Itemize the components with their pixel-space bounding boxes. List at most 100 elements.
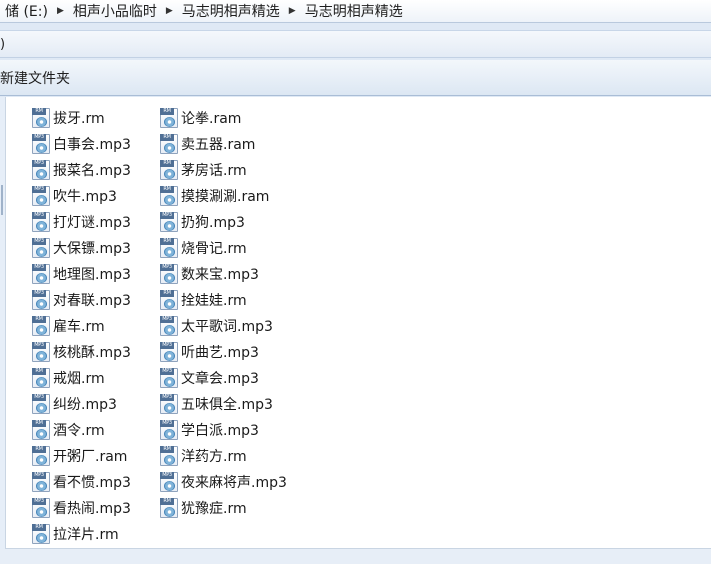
file-name: 吹牛.mp3 bbox=[53, 189, 117, 205]
file-name: 洋药方.rm bbox=[181, 449, 247, 465]
media-disc-icon bbox=[36, 481, 47, 491]
file-item[interactable]: RM 茅房话.rm bbox=[160, 157, 330, 183]
breadcrumb-level1[interactable]: 相声小品临时 bbox=[68, 1, 162, 21]
file-name: 雇车.rm bbox=[53, 319, 105, 335]
media-disc-icon bbox=[164, 247, 175, 257]
file-item[interactable]: RM 雇车.rm bbox=[32, 313, 172, 339]
file-item[interactable]: MP3 文章会.mp3 bbox=[160, 365, 330, 391]
file-item[interactable]: MP3 五味俱全.mp3 bbox=[160, 391, 330, 417]
file-type-badge: RM bbox=[160, 498, 174, 505]
file-item[interactable]: MP3 白事会.mp3 bbox=[32, 131, 172, 157]
file-name: 茅房话.rm bbox=[181, 163, 247, 179]
file-item[interactable]: MP3 地理图.mp3 bbox=[32, 261, 172, 287]
file-name: 核桃酥.mp3 bbox=[53, 345, 131, 361]
splitter-grip[interactable] bbox=[1, 185, 3, 215]
mp3-file-icon: MP3 bbox=[32, 394, 50, 414]
mp3-file-icon: MP3 bbox=[32, 238, 50, 258]
mp3-file-icon: MP3 bbox=[32, 212, 50, 232]
rm-file-icon: RM bbox=[160, 108, 178, 128]
media-disc-icon bbox=[36, 221, 47, 231]
file-item[interactable]: MP3 报菜名.mp3 bbox=[32, 157, 172, 183]
media-disc-icon bbox=[164, 325, 175, 335]
file-item[interactable]: MP3 扔狗.mp3 bbox=[160, 209, 330, 235]
file-name: 看不惯.mp3 bbox=[53, 475, 131, 491]
file-name: 对春联.mp3 bbox=[53, 293, 131, 309]
file-item[interactable]: MP3 听曲艺.mp3 bbox=[160, 339, 330, 365]
rm-file-icon: RM bbox=[160, 134, 178, 154]
breadcrumb-arrow-icon[interactable]: ▶ bbox=[53, 6, 68, 16]
file-item[interactable]: MP3 学白派.mp3 bbox=[160, 417, 330, 443]
file-name: 摸摸涮涮.ram bbox=[181, 189, 270, 205]
media-disc-icon bbox=[164, 221, 175, 231]
file-type-badge: MP3 bbox=[160, 368, 174, 375]
file-type-badge: MP3 bbox=[160, 264, 174, 271]
mp3-file-icon: MP3 bbox=[32, 290, 50, 310]
file-name: 扔狗.mp3 bbox=[181, 215, 245, 231]
file-name: 酒令.rm bbox=[53, 423, 105, 439]
new-folder-button[interactable]: 新建文件夹 bbox=[0, 66, 76, 90]
file-item[interactable]: RM 卖五器.ram bbox=[160, 131, 330, 157]
file-item[interactable]: RM 烧骨记.rm bbox=[160, 235, 330, 261]
file-item[interactable]: MP3 数来宝.mp3 bbox=[160, 261, 330, 287]
file-item[interactable]: RM 开粥厂.ram bbox=[32, 443, 172, 469]
file-item[interactable]: RM 拔牙.rm bbox=[32, 105, 172, 131]
media-disc-icon bbox=[164, 273, 175, 283]
file-name: 看热闹.mp3 bbox=[53, 501, 131, 517]
breadcrumb-drive[interactable]: 储 (E:) bbox=[0, 1, 53, 21]
address-bar[interactable]: 储 (E:) ▶ 相声小品临时 ▶ 马志明相声精选 ▶ 马志明相声精选 bbox=[0, 0, 711, 23]
breadcrumb-arrow-icon[interactable]: ▶ bbox=[162, 6, 177, 16]
file-item[interactable]: RM 犹豫症.rm bbox=[160, 495, 330, 521]
file-type-badge: MP3 bbox=[32, 212, 46, 219]
file-item[interactable]: MP3 夜来麻将声.mp3 bbox=[160, 469, 330, 495]
file-type-badge: RM bbox=[160, 290, 174, 297]
file-item[interactable]: MP3 看热闹.mp3 bbox=[32, 495, 172, 521]
file-type-badge: RM bbox=[32, 316, 46, 323]
file-type-badge: MP3 bbox=[32, 290, 46, 297]
file-name: 论拳.ram bbox=[181, 111, 242, 127]
mp3-file-icon: MP3 bbox=[32, 160, 50, 180]
file-item[interactable]: RM 拴娃娃.rm bbox=[160, 287, 330, 313]
command-bar: 新建文件夹 bbox=[0, 60, 711, 96]
rm-file-icon: RM bbox=[160, 290, 178, 310]
file-name: 夜来麻将声.mp3 bbox=[181, 475, 287, 491]
file-name: 太平歌词.mp3 bbox=[181, 319, 273, 335]
file-item[interactable]: RM 酒令.rm bbox=[32, 417, 172, 443]
media-disc-icon bbox=[36, 351, 47, 361]
file-item[interactable]: RM 洋药方.rm bbox=[160, 443, 330, 469]
file-name: 白事会.mp3 bbox=[53, 137, 131, 153]
breadcrumb-arrow-icon[interactable]: ▶ bbox=[285, 6, 300, 16]
file-item[interactable]: MP3 大保镖.mp3 bbox=[32, 235, 172, 261]
file-item[interactable]: MP3 看不惯.mp3 bbox=[32, 469, 172, 495]
media-disc-icon bbox=[36, 429, 47, 439]
file-item[interactable]: RM 戒烟.rm bbox=[32, 365, 172, 391]
file-item[interactable]: MP3 对春联.mp3 bbox=[32, 287, 172, 313]
explorer-window: 储 (E:) ▶ 相声小品临时 ▶ 马志明相声精选 ▶ 马志明相声精选 ) 新建… bbox=[0, 0, 711, 564]
file-item[interactable]: MP3 吹牛.mp3 bbox=[32, 183, 172, 209]
mp3-file-icon: MP3 bbox=[32, 498, 50, 518]
file-name: 报菜名.mp3 bbox=[53, 163, 131, 179]
media-disc-icon bbox=[164, 377, 175, 387]
rm-file-icon: RM bbox=[160, 186, 178, 206]
media-disc-icon bbox=[164, 351, 175, 361]
mp3-file-icon: MP3 bbox=[160, 420, 178, 440]
menu-item-partial[interactable]: ) bbox=[0, 37, 5, 52]
breadcrumb-level2[interactable]: 马志明相声精选 bbox=[177, 1, 285, 21]
file-item[interactable]: RM 拉洋片.rm bbox=[32, 521, 172, 547]
file-item[interactable]: MP3 太平歌词.mp3 bbox=[160, 313, 330, 339]
file-type-badge: MP3 bbox=[32, 186, 46, 193]
file-column-1: RM 拔牙.rm MP3 白事会.mp3 MP3 报菜名.mp3 MP3 吹牛.mp3 MP3 打… bbox=[32, 105, 172, 547]
rm-file-icon: RM bbox=[160, 498, 178, 518]
file-item[interactable]: MP3 核桃酥.mp3 bbox=[32, 339, 172, 365]
file-item[interactable]: MP3 纠纷.mp3 bbox=[32, 391, 172, 417]
file-item[interactable]: RM 摸摸涮涮.ram bbox=[160, 183, 330, 209]
file-name: 拴娃娃.rm bbox=[181, 293, 247, 309]
file-item[interactable]: RM 论拳.ram bbox=[160, 105, 330, 131]
rm-file-icon: RM bbox=[32, 316, 50, 336]
file-item[interactable]: MP3 打灯谜.mp3 bbox=[32, 209, 172, 235]
file-type-badge: MP3 bbox=[160, 212, 174, 219]
file-list-pane[interactable]: RM 拔牙.rm MP3 白事会.mp3 MP3 报菜名.mp3 MP3 吹牛.mp3 MP3 打… bbox=[5, 97, 711, 549]
media-disc-icon bbox=[36, 533, 47, 543]
file-type-badge: RM bbox=[160, 238, 174, 245]
breadcrumb-level3[interactable]: 马志明相声精选 bbox=[300, 1, 408, 21]
file-type-badge: RM bbox=[160, 160, 174, 167]
